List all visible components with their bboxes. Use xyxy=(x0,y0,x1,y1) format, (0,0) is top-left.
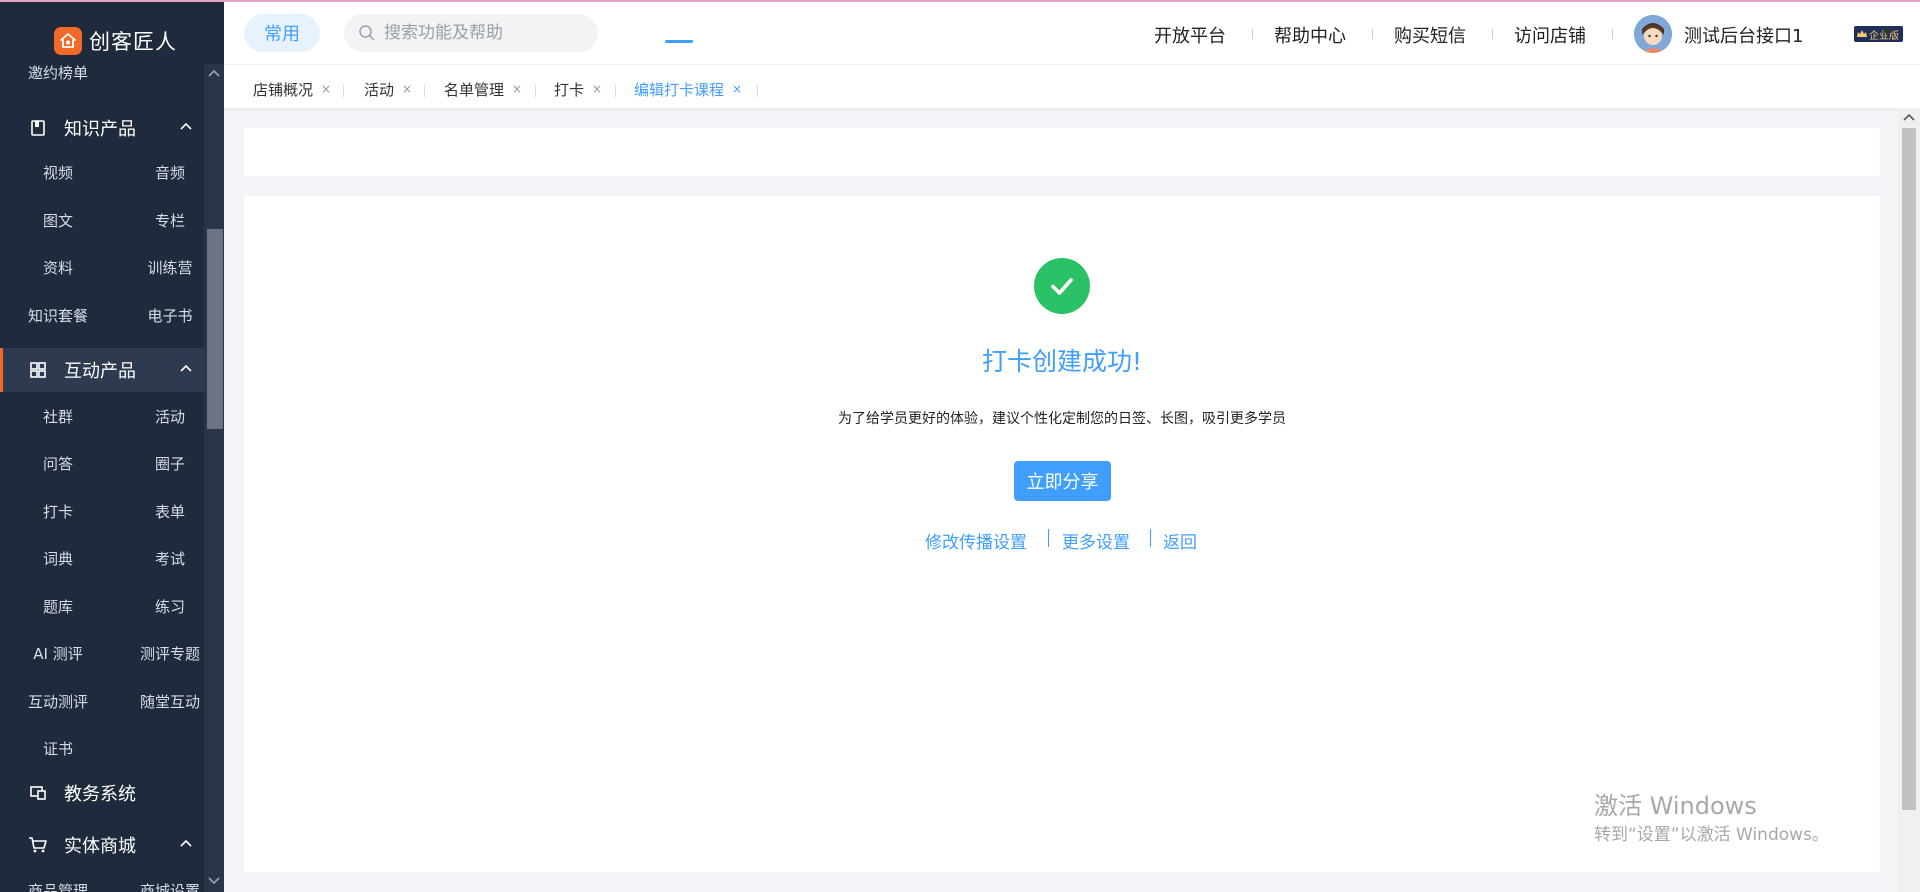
close-icon[interactable]: × xyxy=(321,82,331,96)
search-box[interactable] xyxy=(344,14,598,52)
page-scrollbar[interactable] xyxy=(1898,108,1920,892)
sidebar-item-interactive-assessment[interactable]: 互动测评 xyxy=(8,691,108,712)
tab-separator xyxy=(535,85,536,97)
tab-separator xyxy=(757,85,758,97)
scroll-up-arrow-icon[interactable] xyxy=(1898,108,1920,126)
close-icon[interactable]: × xyxy=(402,82,412,96)
chevron-up-icon xyxy=(180,839,192,847)
nav-separator xyxy=(1372,29,1373,39)
sidebar-group-label: 实体商城 xyxy=(64,836,136,857)
tab-activity[interactable]: 活动 × xyxy=(364,77,412,101)
sidebar-item-certificate[interactable]: 证书 xyxy=(8,738,108,759)
nav-separator xyxy=(1492,29,1493,39)
link-separator xyxy=(1150,529,1151,547)
sidebar-item-bundle[interactable]: 知识套餐 xyxy=(8,305,108,326)
content-top-panel xyxy=(244,128,1880,176)
avatar[interactable] xyxy=(1634,15,1672,53)
success-title: 打卡创建成功! xyxy=(981,347,1143,376)
close-icon[interactable]: × xyxy=(732,82,742,96)
common-button[interactable]: 常用 xyxy=(244,14,320,52)
sidebar-item-question-bank[interactable]: 题库 xyxy=(8,596,108,617)
nav-help-center[interactable]: 帮助中心 xyxy=(1274,22,1346,48)
share-now-button[interactable]: 立即分享 xyxy=(1014,461,1111,501)
tab-label: 店铺概况 xyxy=(253,80,314,99)
sidebar-item-product-management[interactable]: 商品管理 xyxy=(8,880,108,892)
user-name[interactable]: 测试后台接口1 xyxy=(1684,22,1803,48)
tab-separator xyxy=(343,85,344,97)
tab-label: 打卡 xyxy=(554,80,585,99)
modify-share-settings-link[interactable]: 修改传播设置 xyxy=(925,528,1027,553)
sidebar-group-knowledge[interactable]: 知识产品 xyxy=(0,106,204,150)
success-description: 为了给学员更好的体验，建议个性化定制您的日签、长图，吸引更多学员 xyxy=(838,411,1286,427)
nav-buy-sms[interactable]: 购买短信 xyxy=(1394,22,1466,48)
tab-list-management[interactable]: 名单管理 × xyxy=(444,77,522,101)
grid-icon xyxy=(28,360,48,380)
sidebar-item-invite-list[interactable]: 邀约榜单 xyxy=(8,62,108,83)
tab-separator xyxy=(424,85,425,97)
sidebar-item-video[interactable]: 视频 xyxy=(8,162,108,183)
sidebar-group-label: 知识产品 xyxy=(64,119,136,140)
nav-visit-store[interactable]: 访问店铺 xyxy=(1514,22,1586,48)
sidebar: 创客匠人 邀约榜单 知识产品 视频 音频 图文 专栏 资料 训练营 知识套餐 电… xyxy=(0,2,224,892)
tab-checkin[interactable]: 打卡 × xyxy=(554,77,602,101)
sidebar-scrollbar-thumb[interactable] xyxy=(207,229,223,429)
sidebar-item-qa[interactable]: 问答 xyxy=(8,453,108,474)
enterprise-badge: 企业版 xyxy=(1854,26,1903,42)
more-settings-link[interactable]: 更多设置 xyxy=(1062,528,1130,553)
link-separator xyxy=(1048,529,1049,547)
back-link[interactable]: 返回 xyxy=(1163,528,1197,553)
tab-label: 活动 xyxy=(364,80,395,99)
sidebar-group-academic[interactable]: 教务系统 xyxy=(0,771,204,815)
tab-edit-checkin-course[interactable]: 编辑打卡课程 × xyxy=(634,77,742,101)
search-icon xyxy=(359,25,375,41)
sidebar-group-label: 教务系统 xyxy=(64,784,136,805)
scroll-down-arrow-icon[interactable] xyxy=(204,872,224,890)
nav-open-platform[interactable]: 开放平台 xyxy=(1154,22,1226,48)
windows-activation-hint: 转到“设置”以激活 Windows。 xyxy=(1594,825,1829,845)
sidebar-group-interactive[interactable]: 互动产品 xyxy=(0,348,204,392)
sidebar-group-shop[interactable]: 实体商城 xyxy=(0,823,204,867)
sidebar-item-article[interactable]: 图文 xyxy=(8,210,108,231)
sidebar-item-ai-assessment[interactable]: AI 测评 xyxy=(8,643,108,664)
sidebar-group-label: 互动产品 xyxy=(64,361,136,382)
crown-icon xyxy=(1857,30,1867,37)
brand-logo-icon xyxy=(54,27,82,55)
success-check-icon xyxy=(1034,258,1090,314)
sidebar-item-checkin[interactable]: 打卡 xyxy=(8,501,108,522)
dropdown-caret-icon[interactable] xyxy=(1882,29,1894,37)
active-tab-indicator xyxy=(665,40,693,43)
tab-store-overview[interactable]: 店铺概况 × xyxy=(253,77,331,101)
chevron-up-icon xyxy=(180,364,192,372)
brand-logo[interactable]: 创客匠人 xyxy=(54,26,177,56)
search-input[interactable] xyxy=(384,23,584,43)
brand-name: 创客匠人 xyxy=(89,30,177,54)
cart-icon xyxy=(28,835,48,855)
page-scrollbar-thumb[interactable] xyxy=(1902,128,1916,810)
top-header: 常用 开放平台 帮助中心 购买短信 访问店铺 测试后台接口1 企业版 xyxy=(224,2,1920,64)
sidebar-item-dictionary[interactable]: 词典 xyxy=(8,548,108,569)
tab-label: 名单管理 xyxy=(444,80,505,99)
chevron-up-icon xyxy=(180,122,192,130)
sidebar-item-community[interactable]: 社群 xyxy=(8,406,108,427)
tabs-bar: 店铺概况 × 活动 × 名单管理 × 打卡 × 编辑打卡课程 × xyxy=(224,64,1920,108)
tab-label: 编辑打卡课程 xyxy=(634,80,725,99)
monitor-icon xyxy=(28,783,48,803)
close-icon[interactable]: × xyxy=(512,82,522,96)
windows-activation-title: 激活 Windows xyxy=(1594,792,1757,820)
book-icon xyxy=(28,118,48,138)
sidebar-item-material[interactable]: 资料 xyxy=(8,257,108,278)
sidebar-scrollbar[interactable] xyxy=(204,64,224,892)
close-icon[interactable]: × xyxy=(592,82,602,96)
scroll-up-arrow-icon[interactable] xyxy=(204,64,224,82)
nav-separator xyxy=(1252,29,1253,39)
tab-separator xyxy=(615,85,616,97)
nav-separator xyxy=(1612,29,1613,39)
